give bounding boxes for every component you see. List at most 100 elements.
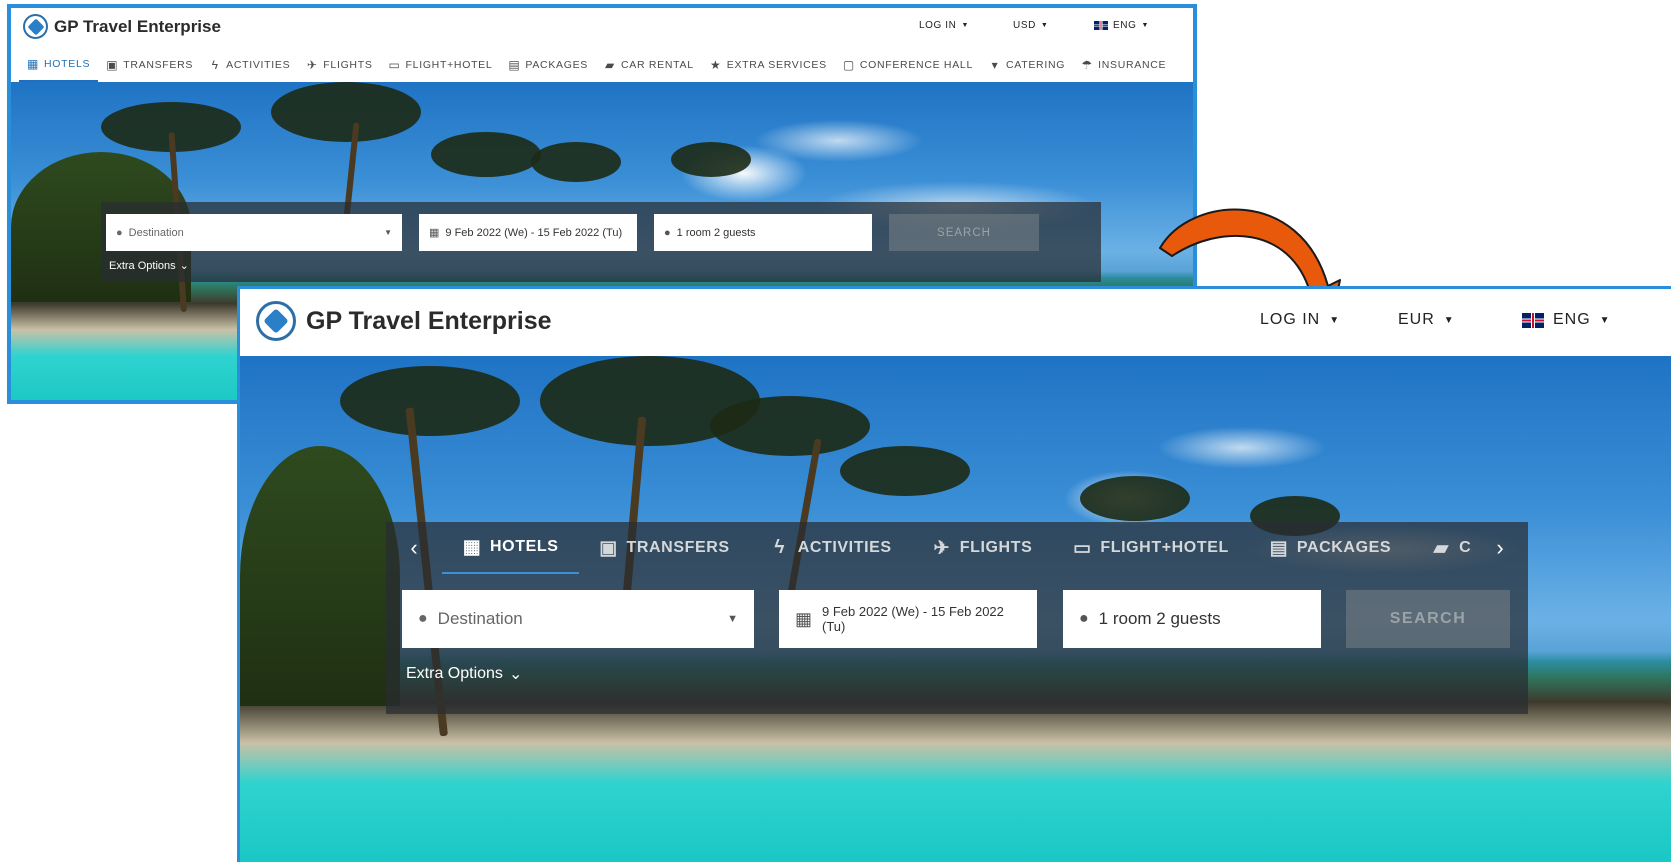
bus-icon: ▣ bbox=[106, 58, 119, 72]
tab-car-rental[interactable]: ▰ CAR RENTAL bbox=[596, 48, 702, 82]
language-label: ENG bbox=[1113, 20, 1137, 31]
caret-down-icon: ▼ bbox=[1329, 314, 1341, 326]
chevron-down-icon: ⌄ bbox=[508, 666, 523, 683]
tab-extra-services[interactable]: ★ EXTRA SERVICES bbox=[702, 48, 835, 82]
building-icon: ▦ bbox=[27, 57, 40, 71]
map-pin-icon: ● bbox=[418, 610, 428, 627]
currency-menu[interactable]: USD ▼ bbox=[1013, 20, 1048, 31]
brand-name: GP Travel Enterprise bbox=[54, 16, 221, 36]
map-pin-icon: ● bbox=[116, 226, 123, 239]
uk-flag-icon bbox=[1094, 21, 1108, 30]
tab-transfers[interactable]: ▣ TRANSFERS bbox=[579, 522, 750, 574]
search-button[interactable]: SEARCH bbox=[889, 214, 1039, 251]
before-tab-bar: ▦ HOTELS ▣ TRANSFERS ϟ ACTIVITIES ✈ FLIGHTS … bbox=[11, 48, 1193, 82]
uk-flag-icon bbox=[1522, 312, 1544, 328]
lightning-icon: ϟ bbox=[774, 537, 786, 558]
before-header: GP Travel Enterprise LOG IN ▼ USD ▼ ENG … bbox=[11, 8, 1193, 44]
car-icon: ▰ bbox=[605, 58, 615, 72]
date-range-value: 9 Feb 2022 (We) - 15 Feb 2022 (Tu) bbox=[822, 604, 1004, 634]
briefcase-icon: ▤ bbox=[508, 58, 521, 72]
comparison-scene: GP Travel Enterprise LOG IN ▼ USD ▼ ENG … bbox=[0, 0, 1671, 862]
briefcase-icon: ▤ bbox=[1269, 537, 1289, 559]
tab-flight-hotel[interactable]: ▭ FLIGHT+HOTEL bbox=[381, 48, 501, 82]
destination-field[interactable]: ● Destination ▼ bbox=[402, 590, 754, 648]
caret-down-icon: ▼ bbox=[1040, 22, 1049, 29]
date-range-field[interactable]: ▦ 9 Feb 2022 (We) - 15 Feb 2022 (Tu) bbox=[419, 214, 637, 251]
search-button[interactable]: SEARCH bbox=[1346, 590, 1510, 648]
tab-label: CATERING bbox=[1006, 59, 1066, 71]
tabs-scroll-right-icon[interactable]: › bbox=[1472, 522, 1528, 574]
guests-field[interactable]: ● 1 room 2 guests bbox=[654, 214, 872, 251]
destination-placeholder: Destination bbox=[128, 226, 184, 239]
tab-label: CAR RENTAL bbox=[1459, 539, 1472, 556]
calendar-icon: ▦ bbox=[795, 608, 813, 629]
after-tab-bar: ‹ ▦ HOTELS ▣ TRANSFERS ϟ ACTIVITIES ✈ FLIGHT… bbox=[386, 522, 1528, 574]
currency-menu[interactable]: EUR ▼ bbox=[1398, 311, 1455, 329]
brand-logo[interactable]: GP Travel Enterprise bbox=[256, 301, 552, 341]
bus-icon: ▣ bbox=[599, 537, 618, 559]
caret-down-icon: ▼ bbox=[1141, 22, 1150, 29]
caret-down-icon: ▼ bbox=[961, 22, 970, 29]
umbrella-icon: ☂ bbox=[1081, 58, 1093, 72]
chevron-down-icon: ▼ bbox=[384, 228, 392, 237]
tab-label: TRANSFERS bbox=[626, 539, 730, 556]
extra-options-toggle[interactable]: Extra Options ⌄ bbox=[406, 664, 522, 684]
tab-label: FLIGHTS bbox=[959, 539, 1033, 556]
plane-icon: ✈ bbox=[933, 537, 950, 559]
tab-hotels[interactable]: ▦ HOTELS bbox=[19, 48, 99, 82]
tab-label: TRANSFERS bbox=[123, 59, 194, 71]
tab-activities[interactable]: ϟ ACTIVITIES bbox=[750, 522, 912, 574]
tab-hotels[interactable]: ▦ HOTELS bbox=[442, 522, 579, 574]
tab-label: ACTIVITIES bbox=[226, 59, 291, 71]
hero-beach-image: ‹ ▦ HOTELS ▣ TRANSFERS ϟ ACTIVITIES ✈ FLIGHT… bbox=[240, 356, 1671, 862]
ticket-icon: ▭ bbox=[388, 58, 401, 72]
guests-value: 1 room 2 guests bbox=[676, 226, 756, 239]
tab-label: INSURANCE bbox=[1098, 59, 1167, 71]
login-menu[interactable]: LOG IN ▼ bbox=[1260, 311, 1340, 329]
tab-flight-hotel[interactable]: ▭ FLIGHT+HOTEL bbox=[1052, 522, 1249, 574]
ticket-icon: ▭ bbox=[1073, 537, 1092, 559]
tab-label: ACTIVITIES bbox=[797, 539, 892, 556]
currency-label: USD bbox=[1013, 20, 1036, 31]
tabs-scroll-left-icon[interactable]: ‹ bbox=[386, 522, 442, 574]
tab-packages[interactable]: ▤ PACKAGES bbox=[1249, 522, 1411, 574]
after-search-panel: ‹ ▦ HOTELS ▣ TRANSFERS ϟ ACTIVITIES ✈ FLIGHT… bbox=[386, 522, 1528, 714]
tab-car-rental[interactable]: ▰ CAR RENTAL bbox=[1411, 522, 1472, 574]
tab-conference-hall[interactable]: ▢ CONFERENCE HALL bbox=[835, 48, 981, 82]
tab-strip: ▦ HOTELS ▣ TRANSFERS ϟ ACTIVITIES ✈ FLIGHTS … bbox=[442, 522, 1472, 574]
tab-flights[interactable]: ✈ FLIGHTS bbox=[912, 522, 1053, 574]
plane-icon: ✈ bbox=[306, 58, 318, 72]
guests-field[interactable]: ● 1 room 2 guests bbox=[1063, 590, 1321, 648]
brand-logo[interactable]: GP Travel Enterprise bbox=[23, 14, 221, 39]
after-window: GP Travel Enterprise LOG IN ▼ EUR ▼ ENG … bbox=[237, 286, 1671, 862]
tab-label: PACKAGES bbox=[525, 59, 589, 71]
tab-label: EXTRA SERVICES bbox=[726, 59, 827, 71]
tab-transfers[interactable]: ▣ TRANSFERS bbox=[98, 48, 201, 82]
language-label: ENG bbox=[1553, 311, 1591, 328]
tab-label: CAR RENTAL bbox=[621, 59, 694, 71]
extra-options-toggle[interactable]: Extra Options ⌄ bbox=[109, 259, 189, 273]
tab-label: FLIGHT+HOTEL bbox=[405, 59, 493, 71]
after-header: GP Travel Enterprise LOG IN ▼ EUR ▼ ENG … bbox=[240, 289, 1671, 356]
currency-label: EUR bbox=[1398, 311, 1435, 328]
monitor-icon: ▢ bbox=[842, 58, 855, 72]
tab-label: CONFERENCE HALL bbox=[859, 59, 974, 71]
caret-down-icon: ▼ bbox=[1599, 314, 1611, 326]
before-search-panel: ● Destination ▼ ▦ 9 Feb 2022 (We) - 15 F… bbox=[101, 202, 1101, 282]
tab-catering[interactable]: ▾ CATERING bbox=[981, 48, 1073, 82]
tab-flights[interactable]: ✈ FLIGHTS bbox=[298, 48, 380, 82]
person-icon: ● bbox=[1079, 610, 1089, 627]
language-menu[interactable]: ENG ▼ bbox=[1522, 311, 1611, 329]
destination-placeholder: Destination bbox=[437, 609, 523, 628]
tab-insurance[interactable]: ☂ INSURANCE bbox=[1073, 48, 1174, 82]
login-menu[interactable]: LOG IN ▼ bbox=[919, 20, 969, 31]
chevron-down-icon: ▼ bbox=[727, 613, 738, 625]
car-icon: ▰ bbox=[1433, 537, 1449, 559]
date-range-field[interactable]: ▦ 9 Feb 2022 (We) - 15 Feb 2022 (Tu) bbox=[779, 590, 1037, 648]
brand-name: GP Travel Enterprise bbox=[306, 306, 552, 335]
destination-field[interactable]: ● Destination ▼ bbox=[106, 214, 402, 251]
language-menu[interactable]: ENG ▼ bbox=[1094, 20, 1149, 31]
tab-packages[interactable]: ▤ PACKAGES bbox=[500, 48, 596, 82]
tab-activities[interactable]: ϟ ACTIVITIES bbox=[201, 48, 298, 82]
tab-label: HOTELS bbox=[44, 58, 91, 70]
